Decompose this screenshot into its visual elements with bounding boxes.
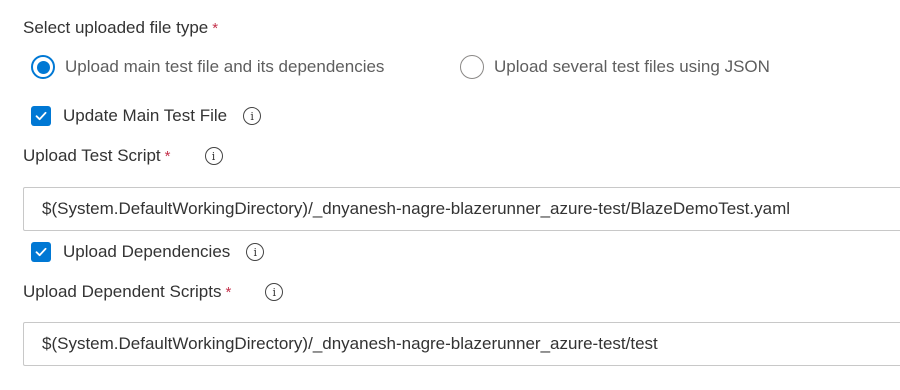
upload-settings-form: Select uploaded file type * Upload main … (0, 0, 900, 390)
upload-dependencies-checkbox[interactable] (31, 242, 51, 262)
dependent-scripts-input[interactable] (23, 322, 900, 366)
required-asterisk: * (212, 19, 219, 37)
update-main-test-file-row: Update Main Test File i (31, 106, 262, 126)
file-type-label: Select uploaded file type (23, 18, 209, 37)
info-icon[interactable]: i (246, 243, 265, 261)
file-type-radio-group: Upload main test file and its dependenci… (31, 55, 384, 79)
test-script-input[interactable] (23, 187, 900, 231)
radio-label-json: Upload several test files using JSON (494, 57, 770, 76)
radio-label-main-file: Upload main test file and its dependenci… (65, 57, 385, 76)
test-script-label: Upload Test Script (23, 146, 161, 165)
radio-button-json[interactable] (460, 55, 484, 79)
required-asterisk: * (225, 283, 232, 301)
required-asterisk: * (164, 147, 171, 165)
file-type-radio-group-2: Upload several test files using JSON (460, 55, 770, 79)
info-icon[interactable]: i (243, 107, 262, 125)
radio-button-main-file[interactable] (31, 55, 55, 79)
file-type-label-row: Select uploaded file type * (23, 18, 218, 38)
upload-dependencies-label: Upload Dependencies (63, 242, 231, 261)
test-script-label-row: Upload Test Script * i (23, 146, 223, 166)
checkmark-icon (35, 111, 47, 121)
info-icon[interactable]: i (204, 147, 223, 165)
update-main-test-file-checkbox[interactable] (31, 106, 51, 126)
checkmark-icon (35, 247, 47, 257)
dependent-scripts-label: Upload Dependent Scripts (23, 282, 222, 301)
upload-dependencies-row: Upload Dependencies i (31, 242, 265, 262)
radio-option-json[interactable]: Upload several test files using JSON (460, 55, 770, 79)
update-main-test-file-label: Update Main Test File (63, 106, 228, 125)
dependent-scripts-label-row: Upload Dependent Scripts * i (23, 282, 284, 302)
radio-option-main-file[interactable]: Upload main test file and its dependenci… (31, 55, 384, 79)
info-icon[interactable]: i (265, 283, 284, 301)
